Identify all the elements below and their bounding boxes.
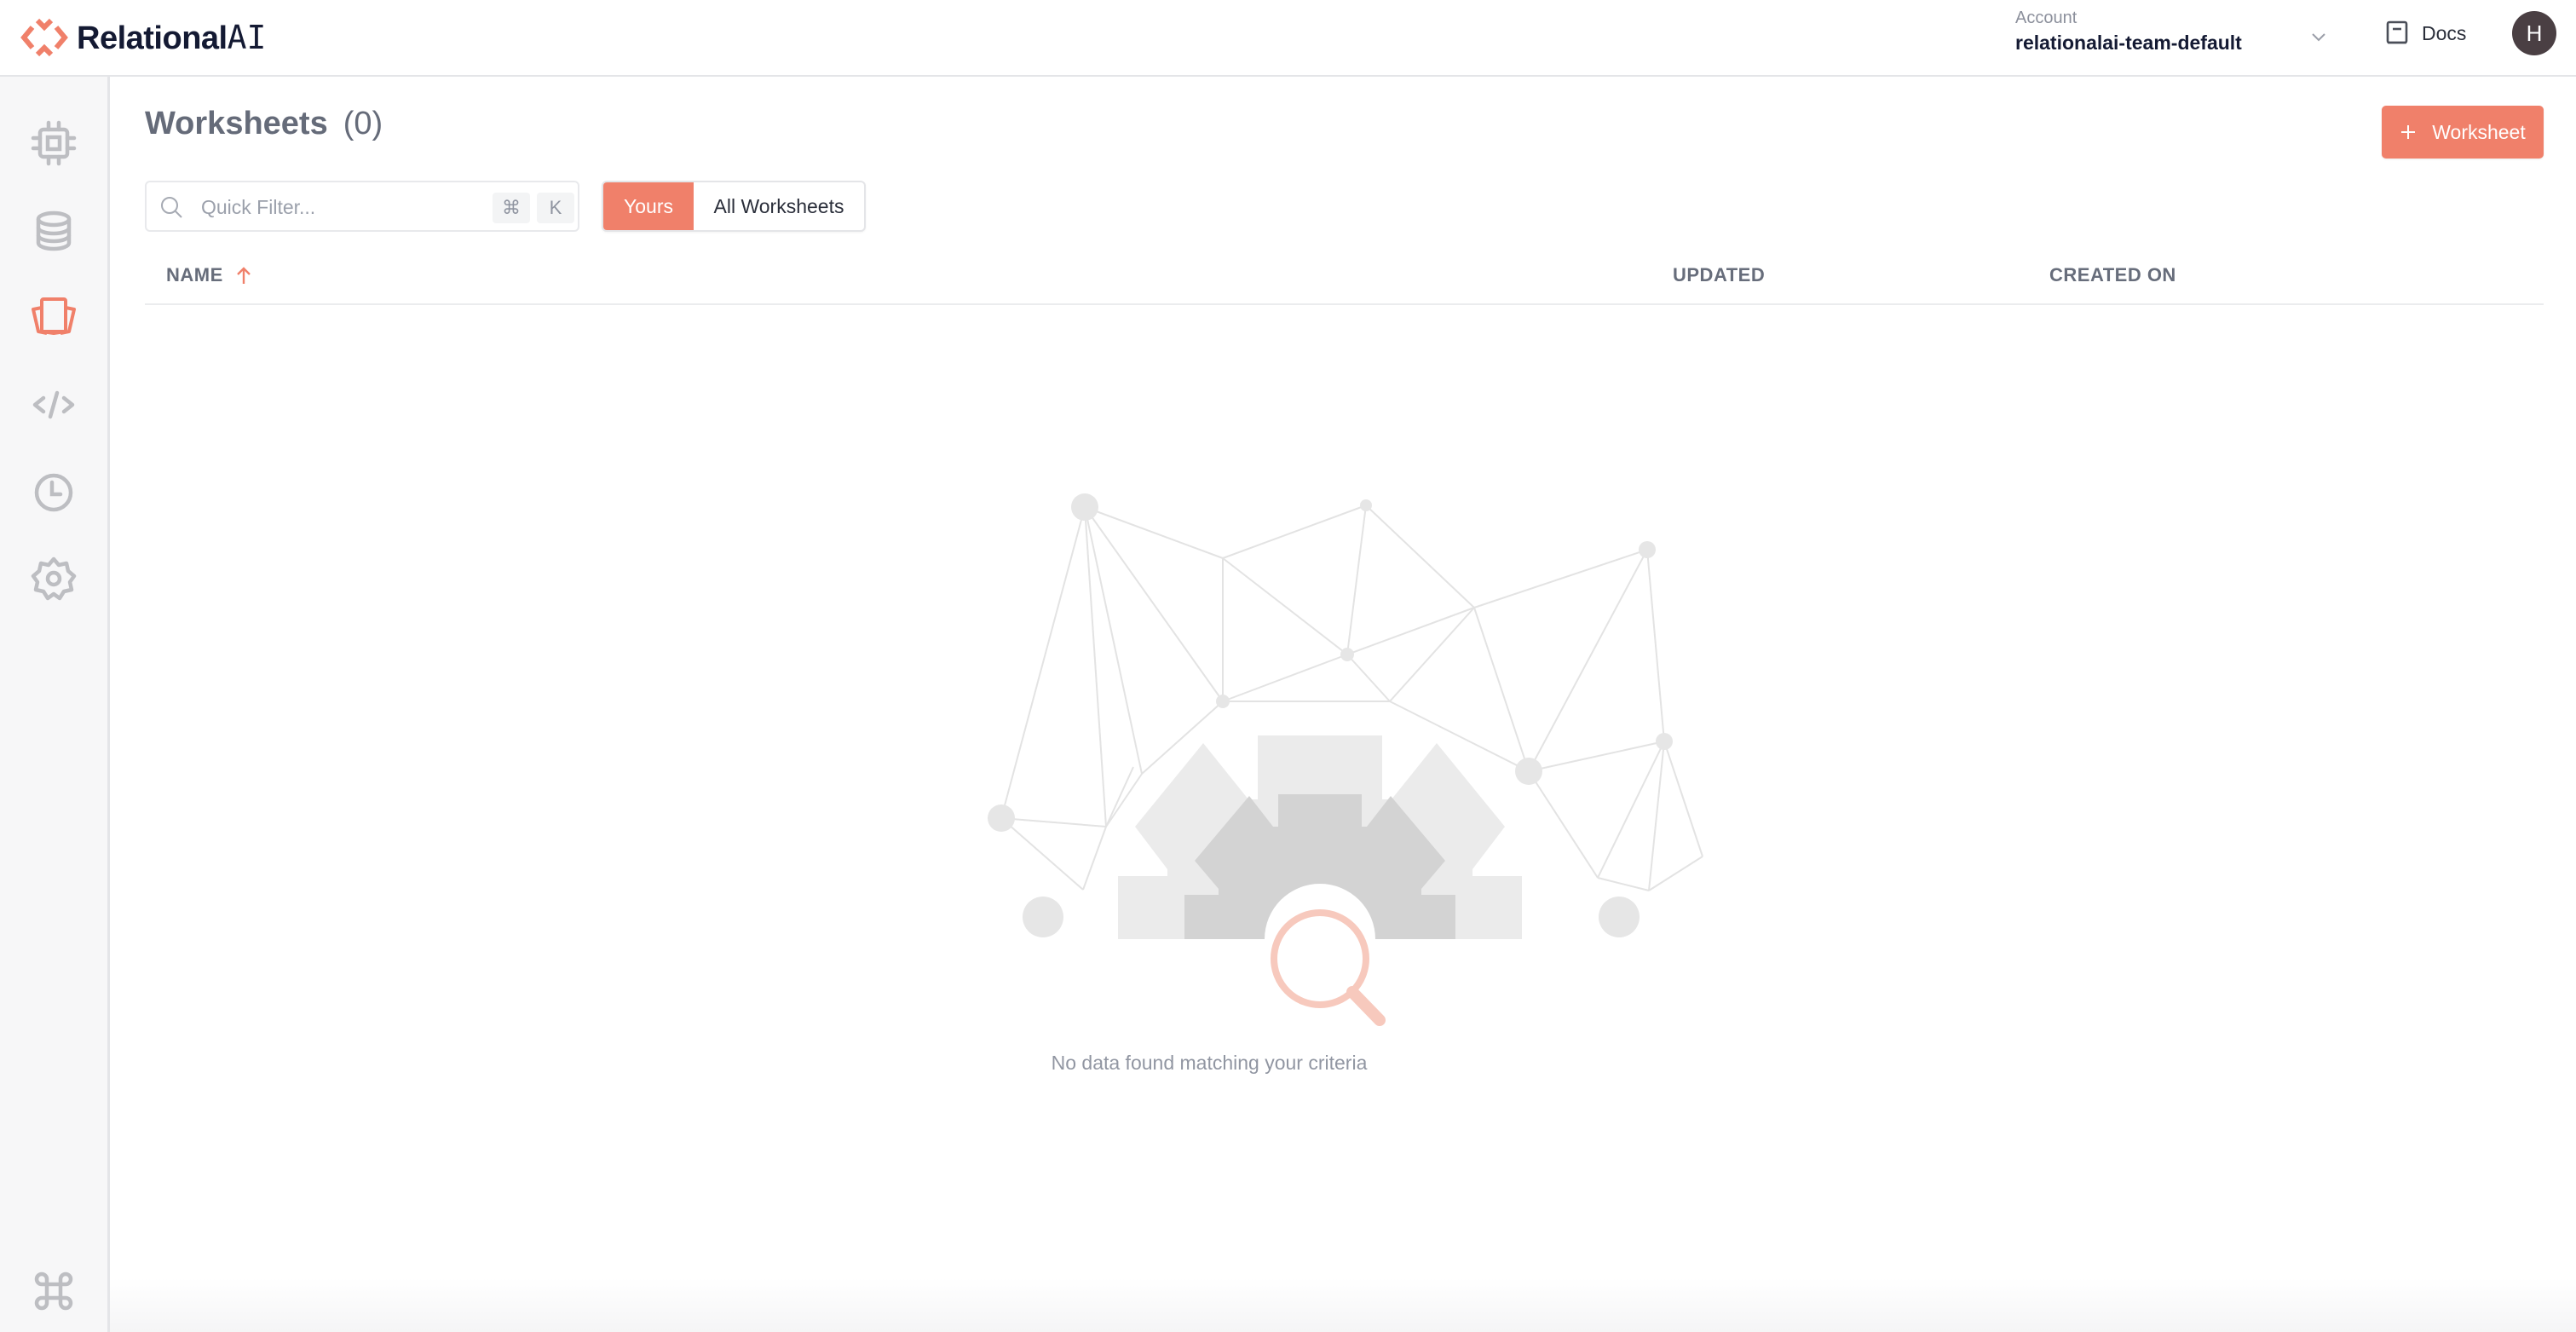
account-name: relationalai-team-default xyxy=(2015,32,2242,54)
column-name-label: NAME xyxy=(166,264,223,285)
logo[interactable]: RelationalAI xyxy=(20,15,266,60)
relationalai-logo-icon xyxy=(20,18,68,57)
sidebar-item-models[interactable] xyxy=(26,377,82,433)
database-icon xyxy=(36,210,72,251)
docs-link[interactable]: Docs xyxy=(2386,19,2466,48)
column-header-updated[interactable]: UPDATED xyxy=(1673,264,1765,286)
page-title: Worksheets (0) xyxy=(145,106,383,142)
ownership-toggle: Yours All Worksheets xyxy=(602,181,866,232)
worksheet-count: (0) xyxy=(343,106,383,141)
book-icon xyxy=(2386,20,2408,44)
sidebar xyxy=(0,77,110,1332)
bottom-fade xyxy=(110,1278,2576,1332)
command-icon xyxy=(34,1271,73,1311)
add-worksheet-button[interactable]: Worksheet xyxy=(2382,106,2544,159)
shortcut-key-k: K xyxy=(537,193,574,223)
command-palette-button[interactable] xyxy=(26,1263,82,1319)
page-title-text: Worksheets xyxy=(145,106,328,141)
gear-icon xyxy=(1118,735,1522,939)
toggle-all-worksheets[interactable]: All Worksheets xyxy=(694,182,864,230)
plus-icon xyxy=(2401,125,2416,139)
toggle-yours[interactable]: Yours xyxy=(603,182,694,230)
column-updated-label: UPDATED xyxy=(1673,264,1766,285)
column-header-created-on[interactable]: CREATED ON xyxy=(2049,264,2176,286)
column-header-name[interactable]: NAME xyxy=(166,264,252,286)
account-selector[interactable]: Account relationalai-team-default xyxy=(2015,9,2331,60)
empty-state-message-container: No data found matching your criteria xyxy=(0,1052,2576,1075)
empty-state-illustration xyxy=(988,493,1703,1026)
gear-icon xyxy=(31,556,77,601)
sidebar-item-worksheets[interactable] xyxy=(26,290,82,346)
search-icon xyxy=(161,197,182,218)
sidebar-item-engines[interactable] xyxy=(26,115,82,171)
sort-ascending-icon xyxy=(236,267,251,284)
top-header: RelationalAI Account relationalai-team-d… xyxy=(0,0,2576,77)
docs-label: Docs xyxy=(2422,21,2467,44)
quick-filter-input[interactable] xyxy=(199,189,484,225)
shortcut-key-command: ⌘ xyxy=(493,193,530,223)
add-worksheet-label: Worksheet xyxy=(2432,120,2526,143)
table-header: NAME UPDATED CREATED ON xyxy=(145,252,2544,305)
empty-state-message: No data found matching your criteria xyxy=(1051,1052,1368,1074)
quick-filter: ⌘ K xyxy=(145,181,579,232)
sidebar-item-settings[interactable] xyxy=(26,551,82,608)
clock-icon xyxy=(34,473,73,512)
sidebar-item-databases[interactable] xyxy=(26,203,82,259)
code-icon xyxy=(32,390,75,419)
user-avatar[interactable]: H xyxy=(2512,11,2556,55)
account-label: Account xyxy=(2015,9,2078,27)
sidebar-item-transactions[interactable] xyxy=(26,464,82,521)
chevron-down-icon[interactable] xyxy=(2309,27,2328,46)
brand-name: RelationalAI xyxy=(77,18,267,56)
worksheets-icon xyxy=(32,297,76,335)
column-created-on-label: CREATED ON xyxy=(2049,264,2176,285)
chip-icon xyxy=(31,120,77,166)
